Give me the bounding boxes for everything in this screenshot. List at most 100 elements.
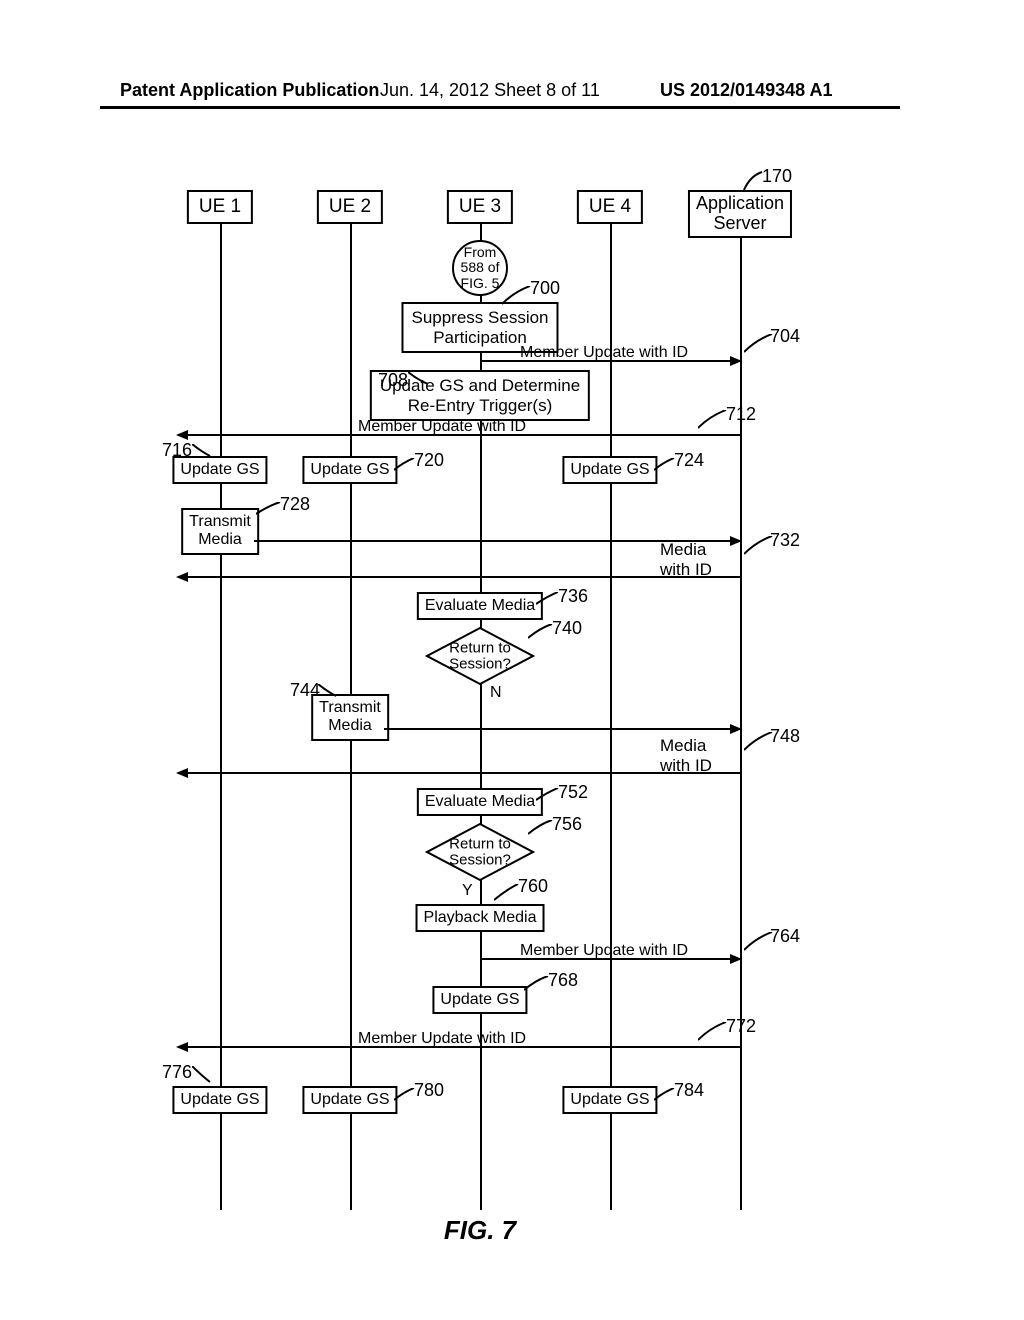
proc-evaluate-media-752: Evaluate Media: [417, 788, 543, 816]
participant-ue4: UE 4: [577, 190, 643, 224]
ref-776-leader: [192, 1066, 212, 1084]
ref-170-leader: [742, 170, 764, 192]
ref-756: 756: [552, 814, 582, 835]
ref-708-leader: [408, 372, 430, 386]
ref-748: 748: [770, 726, 800, 747]
ref-764: 764: [770, 926, 800, 947]
arrow-member-update-764-label: Member Update with ID: [520, 942, 688, 960]
participant-ue1: UE 1: [187, 190, 253, 224]
arrow-member-update-712: Member Update with ID: [178, 434, 740, 436]
decision-756-text: Return to Session?: [449, 836, 511, 868]
arrow-media-732-label: Media with ID: [660, 540, 712, 580]
ref-744-leader: [318, 684, 338, 698]
proc-evaluate-media-736-text: Evaluate Media: [425, 597, 535, 614]
arrow-member-update-764: Member Update with ID: [480, 958, 740, 960]
ref-756-leader: [528, 820, 554, 836]
proc-update-gs-716-text: Update GS: [180, 461, 259, 478]
lifeline-app-server: [740, 190, 742, 1210]
offpage-connector-text: From 588 of FIG. 5: [461, 245, 500, 291]
proc-transmit-media-744: Transmit Media: [311, 694, 389, 741]
ref-740-leader: [528, 624, 554, 640]
header-rule: [100, 106, 900, 109]
ref-768-leader: [524, 976, 550, 992]
ref-780: 780: [414, 1080, 444, 1101]
proc-update-gs-780: Update GS: [302, 1086, 397, 1114]
ref-724: 724: [674, 450, 704, 471]
participant-app-server: Application Server: [688, 190, 792, 238]
ref-712: 712: [726, 404, 756, 425]
proc-update-gs-776: Update GS: [172, 1086, 267, 1114]
proc-update-gs-780-text: Update GS: [310, 1091, 389, 1108]
arrow-member-update-772: Member Update with ID: [178, 1046, 740, 1048]
ref-760-leader: [494, 884, 520, 902]
proc-update-gs-768: Update GS: [432, 986, 527, 1014]
arrow-member-update-704: Member Update with ID: [480, 360, 740, 362]
offpage-connector: From 588 of FIG. 5: [452, 240, 508, 296]
proc-playback-media: Playback Media: [416, 904, 545, 932]
ref-708: 708: [378, 370, 408, 391]
proc-playback-media-text: Playback Media: [424, 909, 537, 926]
figure-caption: FIG. 7: [444, 1215, 516, 1246]
ref-784: 784: [674, 1080, 704, 1101]
arrow-member-update-772-label: Member Update with ID: [358, 1030, 526, 1048]
decision-740-n: N: [490, 684, 502, 702]
ref-700-leader: [502, 286, 532, 308]
ref-716-leader: [192, 444, 212, 458]
arrow-member-update-712-label: Member Update with ID: [358, 418, 526, 436]
proc-update-gs-724: Update GS: [562, 456, 657, 484]
lifeline-ue4: [610, 190, 612, 1210]
proc-update-gs-720: Update GS: [302, 456, 397, 484]
ref-728: 728: [280, 494, 310, 515]
proc-update-gs-776-text: Update GS: [180, 1091, 259, 1108]
page-header-left: Patent Application Publication: [120, 80, 379, 101]
ref-170: 170: [762, 166, 792, 187]
proc-update-gs-768-text: Update GS: [440, 991, 519, 1008]
ref-784-leader: [654, 1088, 676, 1102]
proc-evaluate-media-752-text: Evaluate Media: [425, 793, 535, 810]
ref-740: 740: [552, 618, 582, 639]
ref-744: 744: [290, 680, 320, 701]
arrow-member-update-704-label: Member Update with ID: [520, 344, 688, 362]
lifeline-ue1: [220, 190, 222, 1210]
ref-772-leader: [698, 1022, 728, 1044]
ref-700: 700: [530, 278, 560, 299]
page-header-mid: Jun. 14, 2012 Sheet 8 of 11: [380, 80, 600, 101]
decision-756: Return to Session?: [425, 822, 535, 882]
proc-transmit-media-728: Transmit Media: [181, 508, 259, 555]
arrow-transmit-744: [384, 728, 740, 730]
ref-704: 704: [770, 326, 800, 347]
proc-evaluate-media-736: Evaluate Media: [417, 592, 543, 620]
arrow-media-732: [178, 576, 740, 578]
ref-716: 716: [162, 440, 192, 461]
proc-update-gs-720-text: Update GS: [310, 461, 389, 478]
ref-728-leader: [256, 502, 282, 516]
ref-736-leader: [536, 592, 560, 606]
decision-740: Return to Session?: [425, 626, 535, 686]
ref-736: 736: [558, 586, 588, 607]
ref-720-leader: [394, 458, 416, 472]
ref-732: 732: [770, 530, 800, 551]
ref-720: 720: [414, 450, 444, 471]
ref-772: 772: [726, 1016, 756, 1037]
proc-transmit-media-728-text: Transmit Media: [189, 513, 251, 548]
proc-transmit-media-744-text: Transmit Media: [319, 699, 381, 734]
ref-712-leader: [698, 410, 728, 432]
ref-780-leader: [394, 1088, 416, 1102]
proc-update-gs-724-text: Update GS: [570, 461, 649, 478]
decision-756-y: Y: [462, 882, 473, 900]
ref-776: 776: [162, 1062, 192, 1083]
ref-752-leader: [536, 788, 560, 802]
page-header-right: US 2012/0149348 A1: [660, 80, 832, 101]
participant-ue2: UE 2: [317, 190, 383, 224]
proc-suppress-session-text: Suppress Session Participation: [411, 308, 548, 347]
ref-724-leader: [654, 458, 676, 472]
decision-740-text: Return to Session?: [449, 640, 511, 672]
participant-ue3: UE 3: [447, 190, 513, 224]
ref-760: 760: [518, 876, 548, 897]
ref-752: 752: [558, 782, 588, 803]
arrow-media-748: [178, 772, 740, 774]
arrow-media-748-label: Media with ID: [660, 736, 712, 776]
proc-update-gs-784-text: Update GS: [570, 1091, 649, 1108]
proc-update-gs-784: Update GS: [562, 1086, 657, 1114]
ref-768: 768: [548, 970, 578, 991]
